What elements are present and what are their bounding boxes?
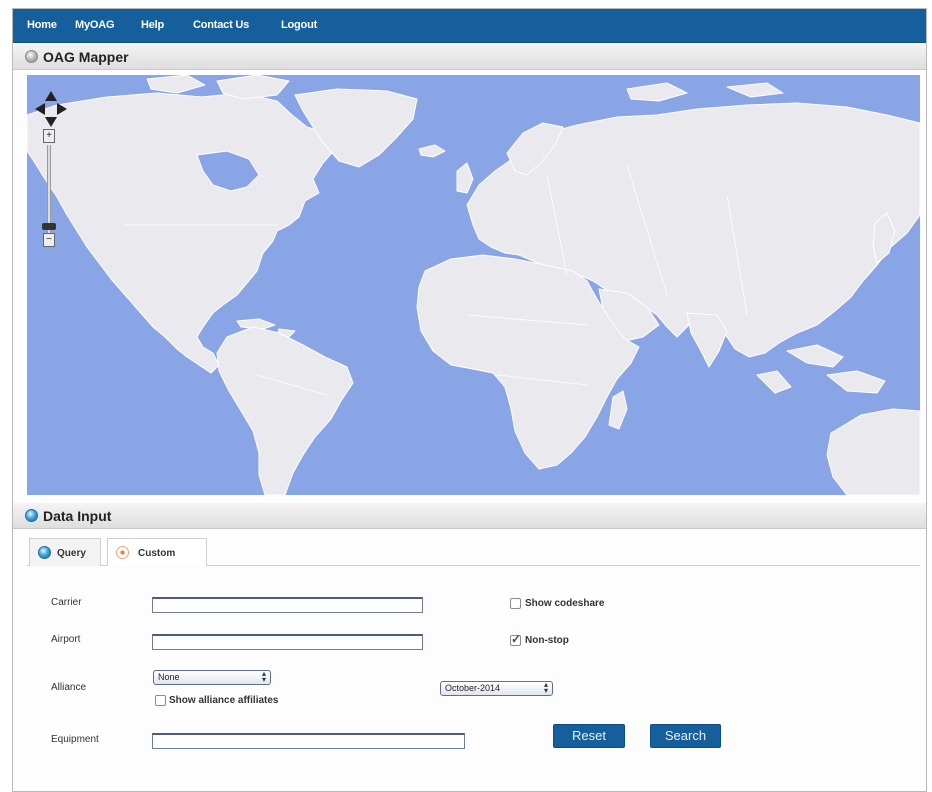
world-map-svg xyxy=(27,75,920,495)
zoom-in-button[interactable]: + xyxy=(43,129,55,143)
non-stop-checkbox[interactable] xyxy=(510,632,521,646)
data-input-bullet-icon xyxy=(25,509,38,522)
non-stop-label: Non-stop xyxy=(525,635,569,646)
alliance-affiliates-checkbox[interactable] xyxy=(155,695,166,706)
nav-contact-us[interactable]: Contact Us xyxy=(193,19,249,31)
show-codeshare-label: Show codeshare xyxy=(525,598,605,609)
show-codeshare-checkbox[interactable] xyxy=(510,598,521,609)
equipment-label: Equipment xyxy=(51,734,99,745)
query-tab-icon xyxy=(38,546,51,559)
custom-tab-icon xyxy=(116,546,129,559)
month-select-value: October-2014 xyxy=(445,683,501,693)
data-input-tabs: Query Custom xyxy=(27,530,920,566)
nav-help[interactable]: Help xyxy=(141,19,164,31)
nav-logout[interactable]: Logout xyxy=(281,19,317,31)
mapper-title: OAG Mapper xyxy=(43,49,129,65)
data-input-header: Data Input xyxy=(13,503,926,529)
carrier-label: Carrier xyxy=(51,597,82,608)
airport-label: Airport xyxy=(51,634,81,645)
tab-query-label: Query xyxy=(57,548,86,559)
alliance-label: Alliance xyxy=(51,682,87,693)
app-window: Home MyOAG Help Contact Us Logout OAG Ma… xyxy=(12,8,927,792)
tab-custom[interactable]: Custom xyxy=(107,538,207,566)
airport-input[interactable] xyxy=(152,634,423,650)
south-america-shape xyxy=(216,326,354,495)
reset-button[interactable]: Reset xyxy=(553,724,625,748)
nav-myoag[interactable]: MyOAG xyxy=(75,19,115,31)
tab-query[interactable]: Query xyxy=(29,538,101,566)
zoom-out-button[interactable]: − xyxy=(43,233,55,247)
select-arrows-icon: ▴ ▾ xyxy=(543,680,548,695)
alliance-select[interactable]: None ▴ ▾ xyxy=(153,670,271,685)
nav-home[interactable]: Home xyxy=(27,19,57,31)
top-nav: Home MyOAG Help Contact Us Logout xyxy=(13,9,926,43)
zoom-slider-track[interactable] xyxy=(47,145,51,233)
carrier-input[interactable] xyxy=(152,597,423,613)
alliance-affiliates-label: Show alliance affiliates xyxy=(169,695,279,706)
equipment-input[interactable] xyxy=(152,733,465,749)
data-input-title: Data Input xyxy=(43,508,112,524)
mapper-header: OAG Mapper xyxy=(13,44,926,70)
pan-control-icon[interactable] xyxy=(33,89,69,129)
tab-custom-label: Custom xyxy=(138,548,176,559)
mapper-bullet-icon xyxy=(25,50,38,63)
select-arrows-icon: ▴ ▾ xyxy=(261,669,266,684)
alliance-select-value: None xyxy=(158,672,180,682)
search-button[interactable]: Search xyxy=(650,724,721,748)
australia-shape xyxy=(826,408,920,495)
month-select[interactable]: October-2014 ▴ ▾ xyxy=(440,681,553,696)
world-map[interactable] xyxy=(27,75,920,495)
zoom-slider-handle[interactable] xyxy=(42,223,56,230)
